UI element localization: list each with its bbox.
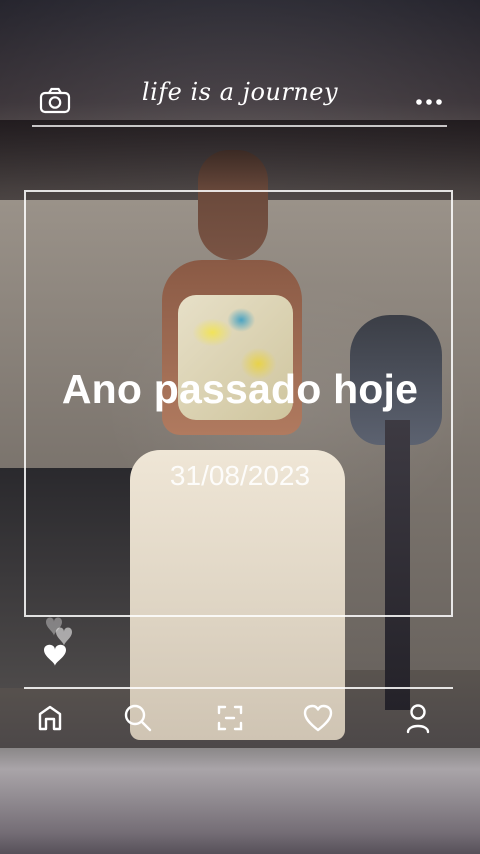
header-divider (32, 125, 447, 127)
heart-icon (56, 627, 72, 646)
camera-icon[interactable] (38, 86, 72, 116)
reaction-hearts[interactable] (36, 610, 86, 670)
heart-icon (44, 644, 66, 666)
search-icon[interactable] (116, 696, 160, 740)
bottom-nav-divider (24, 687, 453, 689)
blurred-floor (0, 748, 480, 854)
heart-icon[interactable] (296, 696, 340, 740)
profile-icon[interactable] (396, 696, 440, 740)
memory-date: 31/08/2023 (169, 460, 311, 491)
memory-headline: Ano passado hoje (61, 366, 419, 412)
header-title: life is a journey (141, 78, 339, 106)
screen: life is a journey Ano passado hoje 31/08… (0, 0, 480, 854)
scan-icon[interactable] (208, 696, 252, 740)
home-icon[interactable] (28, 696, 72, 740)
bottom-nav (0, 696, 480, 742)
more-horizontal-icon[interactable] (414, 92, 444, 112)
